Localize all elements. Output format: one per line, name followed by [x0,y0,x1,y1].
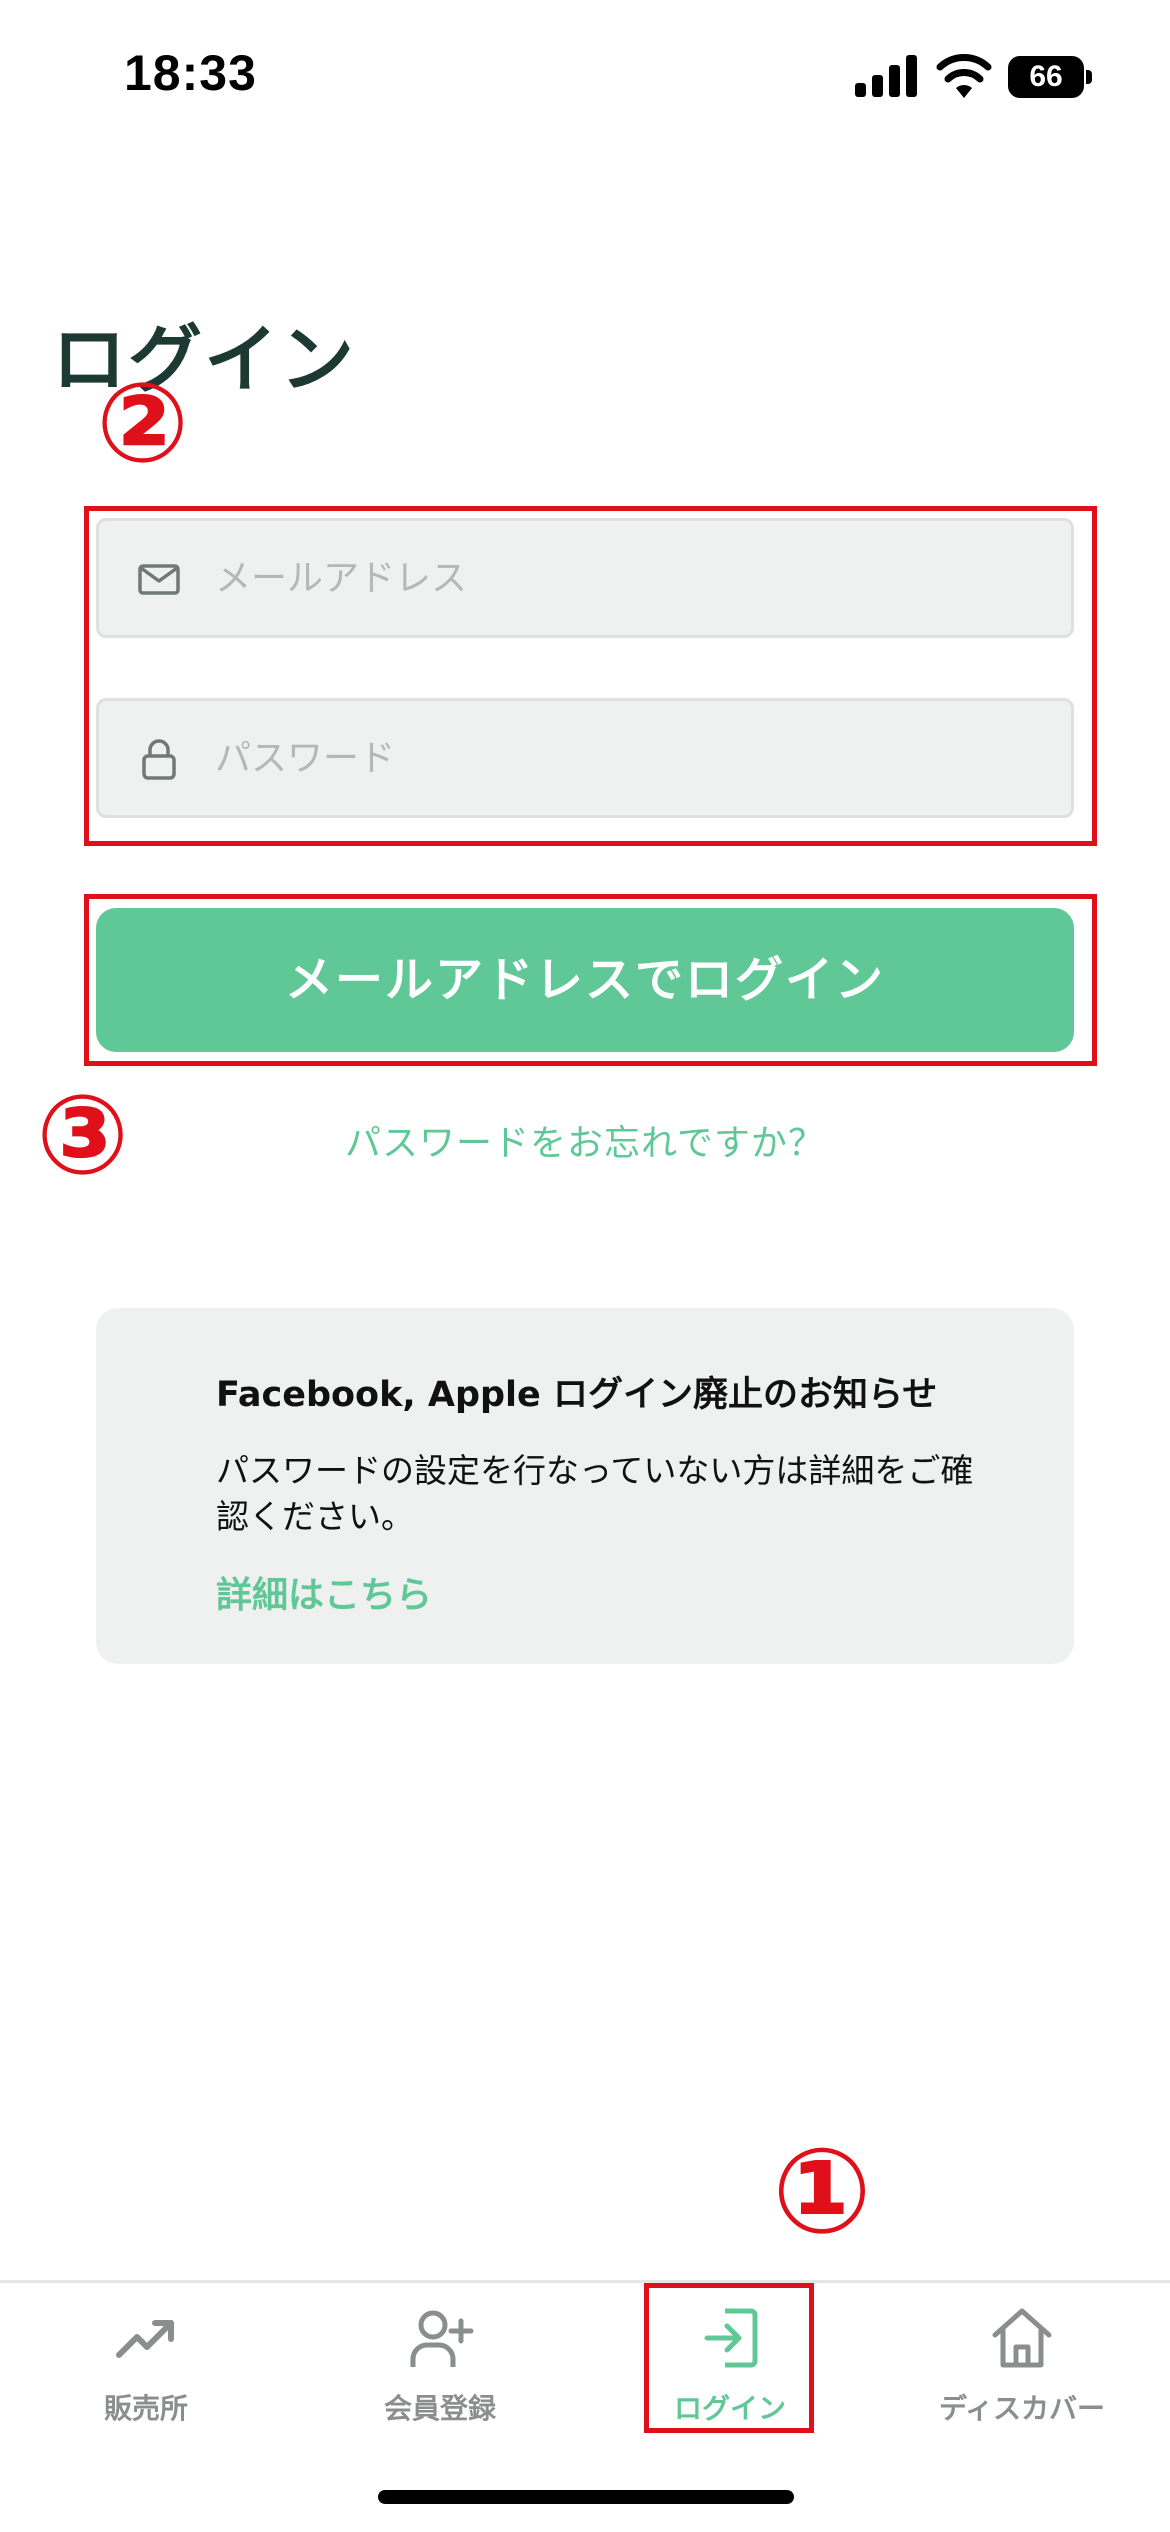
tab-register[interactable]: 会員登録 [320,2303,560,2443]
email-field[interactable] [96,518,1074,638]
notice-details-link[interactable]: 詳細はこちら [216,1566,432,1618]
tab-login[interactable]: ログイン [610,2303,850,2443]
home-icon [992,2308,1052,2368]
status-bar: 18:33 66 [0,0,1170,150]
tab-discover-label: ディスカバー [938,2392,1106,2425]
annotation-marker-2: ② [96,359,190,487]
cellular-signal-icon [855,55,917,97]
annotation-marker-1: ① [772,2122,872,2260]
password-field[interactable] [96,698,1074,818]
mail-icon [138,564,180,595]
user-plus-icon [410,2310,474,2367]
login-icon [704,2308,758,2368]
notice-title: Facebook, Apple ログイン廃止のお知らせ [216,1375,938,1415]
notice-card: Facebook, Apple ログイン廃止のお知らせ パスワードの設定を行なっ… [96,1308,1074,1664]
battery-indicator: 66 [1008,56,1092,98]
wifi-icon [936,54,992,98]
tab-market-label: 販売所 [103,2392,188,2425]
trending-up-icon [116,2320,174,2358]
tab-register-label: 会員登録 [383,2392,496,2425]
password-input[interactable] [215,701,1055,815]
lock-icon [142,739,176,780]
email-login-button[interactable]: メールアドレスでログイン [96,908,1074,1052]
email-input[interactable] [215,521,1055,635]
tab-login-label: ログイン [673,2392,786,2425]
battery-level: 66 [1008,56,1084,98]
tab-market[interactable]: 販売所 [26,2303,266,2443]
status-time: 18:33 [124,45,257,101]
tab-discover[interactable]: ディスカバー [902,2303,1142,2443]
notice-body: パスワードの設定を行なっていない方は詳細をご確認ください。 [216,1451,974,1536]
home-indicator[interactable] [378,2490,794,2504]
forgot-password-link[interactable]: パスワードをお忘れですか？ [0,1114,1170,1166]
battery-tip [1086,70,1092,84]
